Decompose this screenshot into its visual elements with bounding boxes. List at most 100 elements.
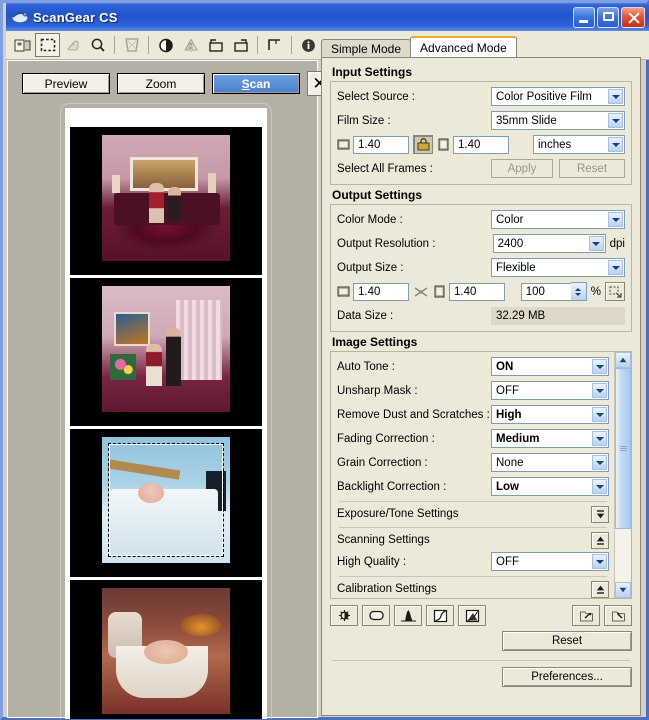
output-height-field[interactable]: 1.40: [449, 282, 505, 301]
final-review-icon[interactable]: [458, 605, 486, 626]
color-mode-dropdown[interactable]: Color: [491, 210, 625, 229]
link-dimensions-icon[interactable]: [414, 286, 428, 298]
high-quality-dropdown[interactable]: OFF: [491, 552, 609, 571]
scroll-up-icon[interactable]: [615, 352, 631, 368]
chevron-down-icon[interactable]: [608, 212, 623, 227]
film-strip-container[interactable]: [60, 103, 272, 719]
output-width-field[interactable]: 1.40: [353, 282, 409, 301]
chevron-down-icon[interactable]: [608, 113, 623, 128]
slide-image-4: [102, 588, 230, 714]
invert-icon[interactable]: [153, 33, 178, 57]
data-size-value: 32.29 MB: [491, 306, 625, 325]
output-size-row: Output Size : Flexible: [337, 257, 625, 278]
calibration-settings-section[interactable]: Calibration Settings: [337, 580, 609, 598]
magnifier-icon[interactable]: [85, 33, 110, 57]
input-height-field[interactable]: 1.40: [453, 135, 509, 154]
fading-correction-dropdown[interactable]: Medium: [491, 429, 609, 448]
unsharp-mask-dropdown[interactable]: OFF: [491, 381, 609, 400]
reset-row: Reset: [330, 631, 632, 651]
apply-button[interactable]: Apply: [491, 159, 553, 178]
expand-down-icon[interactable]: [591, 505, 609, 523]
film-frame-4[interactable]: [70, 577, 262, 719]
fading-correction-value: Medium: [496, 432, 540, 445]
chevron-down-icon[interactable]: [588, 236, 604, 251]
chevron-down-icon[interactable]: [592, 554, 607, 569]
reset-button[interactable]: Reset: [502, 631, 632, 651]
scrollbar-track[interactable]: [615, 368, 631, 582]
hand-icon[interactable]: [60, 33, 85, 57]
chevron-down-icon[interactable]: [592, 359, 607, 374]
brightness-contrast-icon[interactable]: [330, 605, 358, 626]
collapse-up-icon[interactable]: [591, 580, 609, 598]
film-size-label: Film Size :: [337, 114, 391, 127]
maximize-button[interactable]: [597, 6, 619, 28]
color-mode-row: Color Mode : Color: [337, 209, 625, 230]
rotate-left-icon[interactable]: [203, 33, 228, 57]
chevron-down-icon[interactable]: [592, 383, 607, 398]
film-frame-1[interactable]: [70, 124, 262, 269]
scrollbar-thumb[interactable]: [615, 368, 631, 529]
chevron-down-icon[interactable]: [592, 431, 607, 446]
zoom-button[interactable]: Zoom: [117, 73, 205, 94]
window-title: ScanGear CS: [33, 9, 118, 25]
multi-crop-icon[interactable]: [10, 33, 35, 57]
exposure-tone-label: Exposure/Tone Settings: [337, 508, 459, 520]
tab-simple-mode[interactable]: Simple Mode: [321, 39, 412, 57]
input-settings-box: Select Source : Color Positive Film Film…: [330, 81, 632, 185]
unsharp-mask-value: OFF: [496, 384, 519, 397]
scanning-settings-section[interactable]: Scanning Settings: [337, 531, 609, 549]
chevron-down-icon[interactable]: [608, 137, 623, 152]
tone-curve-icon[interactable]: [426, 605, 454, 626]
remove-dust-dropdown[interactable]: High: [491, 405, 609, 424]
chevron-down-icon[interactable]: [592, 455, 607, 470]
threshold-icon[interactable]: [362, 605, 390, 626]
auto-crop-icon[interactable]: [262, 33, 287, 57]
title-bar: ScanGear CS: [6, 3, 649, 31]
crop-to-size-icon[interactable]: [605, 282, 625, 301]
auto-tone-dropdown[interactable]: ON: [491, 357, 609, 376]
input-reset-button[interactable]: Reset: [559, 159, 625, 178]
select-all-frames-row: Select All Frames : Apply Reset: [337, 158, 625, 179]
grain-correction-dropdown[interactable]: None: [491, 453, 609, 472]
units-dropdown[interactable]: inches: [533, 135, 625, 154]
close-button[interactable]: [621, 6, 645, 28]
scale-stepper[interactable]: [570, 282, 587, 301]
chevron-down-icon[interactable]: [608, 260, 623, 275]
scan-button[interactable]: Scan: [212, 73, 300, 94]
select-source-dropdown[interactable]: Color Positive Film: [491, 87, 625, 106]
scroll-down-icon[interactable]: [615, 582, 631, 598]
film-size-dropdown[interactable]: 35mm Slide: [491, 111, 625, 130]
film-frame-2[interactable]: [70, 275, 262, 420]
preview-button[interactable]: Preview: [22, 73, 110, 94]
collapse-up-icon[interactable]: [591, 531, 609, 549]
image-settings-scrollbar[interactable]: [614, 352, 631, 598]
chevron-down-icon[interactable]: [592, 407, 607, 422]
tab-advanced-mode[interactable]: Advanced Mode: [410, 36, 517, 57]
output-resolution-dropdown[interactable]: 2400: [492, 234, 606, 253]
input-dimensions-row: 1.40 1.40 inches: [337, 134, 625, 155]
preview-pane: Preview Zoom Scan ✕: [7, 60, 332, 719]
advanced-mode-panel: Input Settings Select Source : Color Pos…: [321, 57, 641, 716]
crop-icon[interactable]: [35, 33, 60, 57]
minimize-button[interactable]: [573, 6, 595, 28]
preferences-button[interactable]: Preferences...: [502, 667, 632, 687]
mirror-icon[interactable]: [178, 33, 203, 57]
backlight-correction-dropdown[interactable]: Low: [491, 477, 609, 496]
scale-field[interactable]: 100: [520, 282, 571, 301]
remove-dust-row: Remove Dust and Scratches : High: [337, 404, 609, 425]
exposure-tone-section[interactable]: Exposure/Tone Settings: [337, 505, 609, 523]
image-settings-title: Image Settings: [332, 335, 418, 349]
film-frame-3[interactable]: [70, 426, 262, 571]
rotate-frame-icon[interactable]: [119, 33, 144, 57]
high-quality-value: OFF: [496, 555, 519, 568]
lock-aspect-icon[interactable]: [413, 135, 433, 154]
save-settings-icon[interactable]: [572, 605, 600, 626]
info-icon[interactable]: [296, 33, 321, 57]
input-width-field[interactable]: 1.40: [353, 135, 409, 154]
chevron-down-icon[interactable]: [592, 479, 607, 494]
chevron-down-icon[interactable]: [608, 89, 623, 104]
output-size-dropdown[interactable]: Flexible: [491, 258, 625, 277]
histogram-icon[interactable]: [394, 605, 422, 626]
rotate-right-icon[interactable]: [228, 33, 253, 57]
load-settings-icon[interactable]: [604, 605, 632, 626]
